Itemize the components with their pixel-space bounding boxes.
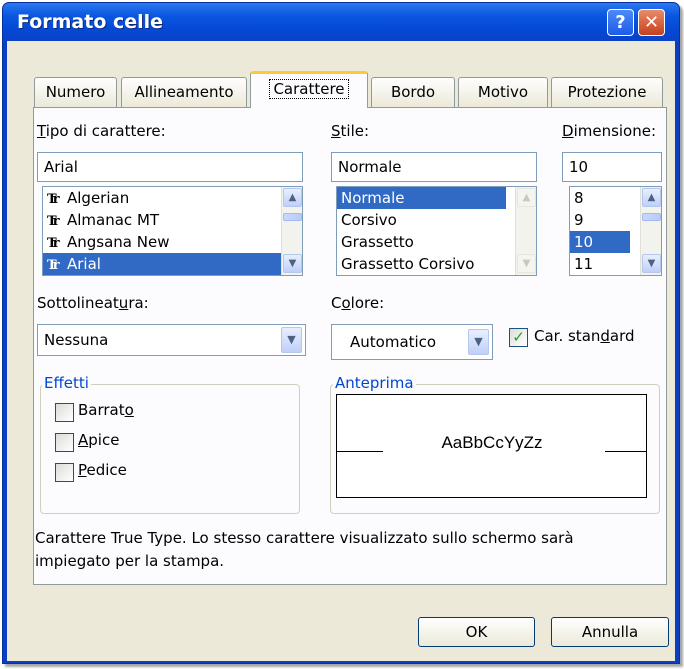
strikethrough-checkbox[interactable] (55, 403, 74, 422)
style-list-item[interactable]: Grassetto (337, 231, 536, 253)
effects-legend: Effetti (42, 374, 91, 392)
dialog-title: Formato celle (17, 11, 164, 33)
font-input[interactable]: Arial (37, 152, 303, 182)
preview-legend: Anteprima (333, 374, 416, 392)
scroll-thumb[interactable] (283, 213, 302, 221)
subscript-label[interactable]: Pedice (78, 461, 127, 479)
font-list-item[interactable]: Tr Angsana New (43, 231, 302, 253)
font-list-item[interactable]: Tr Almanac MT (43, 209, 302, 231)
size-input[interactable]: 10 (562, 152, 662, 182)
title-bar[interactable]: Formato celle ? ✕ (3, 3, 679, 41)
standard-font-checkbox[interactable]: ✓ (509, 328, 528, 347)
scroll-down-icon[interactable]: ▼ (642, 254, 661, 273)
size-list-item-selected[interactable]: 10 (570, 231, 630, 253)
style-list-item[interactable]: Grassetto Corsivo (337, 253, 536, 275)
chevron-down-icon[interactable]: ▼ (281, 327, 302, 353)
strikethrough-label[interactable]: Barrato (78, 401, 134, 419)
tab-panel-carattere: Tipo di carattere: Arial Tr Algerian Tr Al… (33, 107, 667, 585)
chevron-down-icon[interactable]: ▼ (468, 329, 489, 355)
scroll-thumb[interactable] (642, 213, 661, 221)
style-list-scrollbar[interactable]: ▲ ▼ (515, 187, 536, 275)
style-list-item[interactable]: Corsivo (337, 209, 536, 231)
tab-numero[interactable]: Numero (34, 77, 117, 107)
description-line-1: Carattere True Type. Lo stesso carattere… (35, 529, 574, 547)
ok-button[interactable]: OK (418, 617, 535, 647)
scroll-down-icon[interactable]: ▼ (283, 254, 302, 273)
scroll-up-icon[interactable]: ▲ (642, 188, 661, 207)
color-label: Colore: (331, 294, 385, 312)
size-list[interactable]: 8 9 10 11 ▲ ▼ (569, 186, 662, 276)
tab-carattere-label: Carattere (269, 79, 349, 99)
font-list-scrollbar[interactable]: ▲ ▼ (281, 187, 302, 275)
style-label: Stile: (331, 122, 370, 140)
preview-sample: AaBbCcYyZz (441, 433, 543, 452)
truetype-icon: Tr (47, 214, 60, 229)
close-button[interactable]: ✕ (638, 9, 665, 36)
color-select[interactable]: Automatico ▼ (331, 324, 493, 360)
preview-box: AaBbCcYyZz (336, 394, 647, 498)
font-list-item-selected[interactable]: Tr Arial (43, 253, 302, 275)
tab-bordo[interactable]: Bordo (371, 77, 455, 107)
tab-carattere[interactable]: Carattere (250, 71, 368, 108)
truetype-icon: Tr (47, 258, 60, 273)
style-list[interactable]: Normale Corsivo Grassetto Grassetto Cors… (336, 186, 537, 276)
tab-motivo[interactable]: Motivo (458, 77, 548, 107)
style-list-item-selected[interactable]: Normale (337, 187, 506, 209)
cancel-button[interactable]: Annulla (551, 617, 669, 647)
underline-label: Sottolineatura: (37, 294, 149, 312)
dialog-client-area: Numero Allineamento Carattere Bordo Moti… (7, 41, 675, 661)
help-button[interactable]: ? (607, 9, 634, 36)
color-select-value: Automatico (350, 333, 437, 351)
dialog-window: Formato celle ? ✕ Numero Allineamento Ca… (2, 2, 680, 664)
truetype-icon: Tr (47, 192, 60, 207)
standard-font-label[interactable]: Car. standard (534, 327, 635, 345)
description-line-2: impiegato per la stampa. (35, 552, 225, 570)
size-list-scrollbar[interactable]: ▲ ▼ (640, 187, 661, 275)
font-list[interactable]: Tr Algerian Tr Almanac MT Tr Angsana New Tr… (42, 186, 303, 276)
underline-select[interactable]: Nessuna ▼ (37, 324, 306, 356)
tab-protezione[interactable]: Protezione (551, 77, 663, 107)
truetype-icon: Tr (47, 236, 60, 251)
tab-allineamento[interactable]: Allineamento (121, 77, 247, 107)
superscript-label[interactable]: Apice (78, 431, 119, 449)
subscript-checkbox[interactable] (55, 463, 74, 482)
font-label: Tipo di carattere: (37, 122, 166, 140)
superscript-checkbox[interactable] (55, 433, 74, 452)
font-list-item[interactable]: Tr Algerian (43, 187, 302, 209)
style-input[interactable]: Normale (331, 152, 537, 182)
size-label: Dimensione: (562, 122, 657, 140)
underline-select-value: Nessuna (44, 331, 109, 349)
scroll-up-icon[interactable]: ▲ (283, 188, 302, 207)
scroll-down-icon[interactable]: ▼ (517, 254, 536, 273)
scroll-up-icon[interactable]: ▲ (517, 188, 536, 207)
